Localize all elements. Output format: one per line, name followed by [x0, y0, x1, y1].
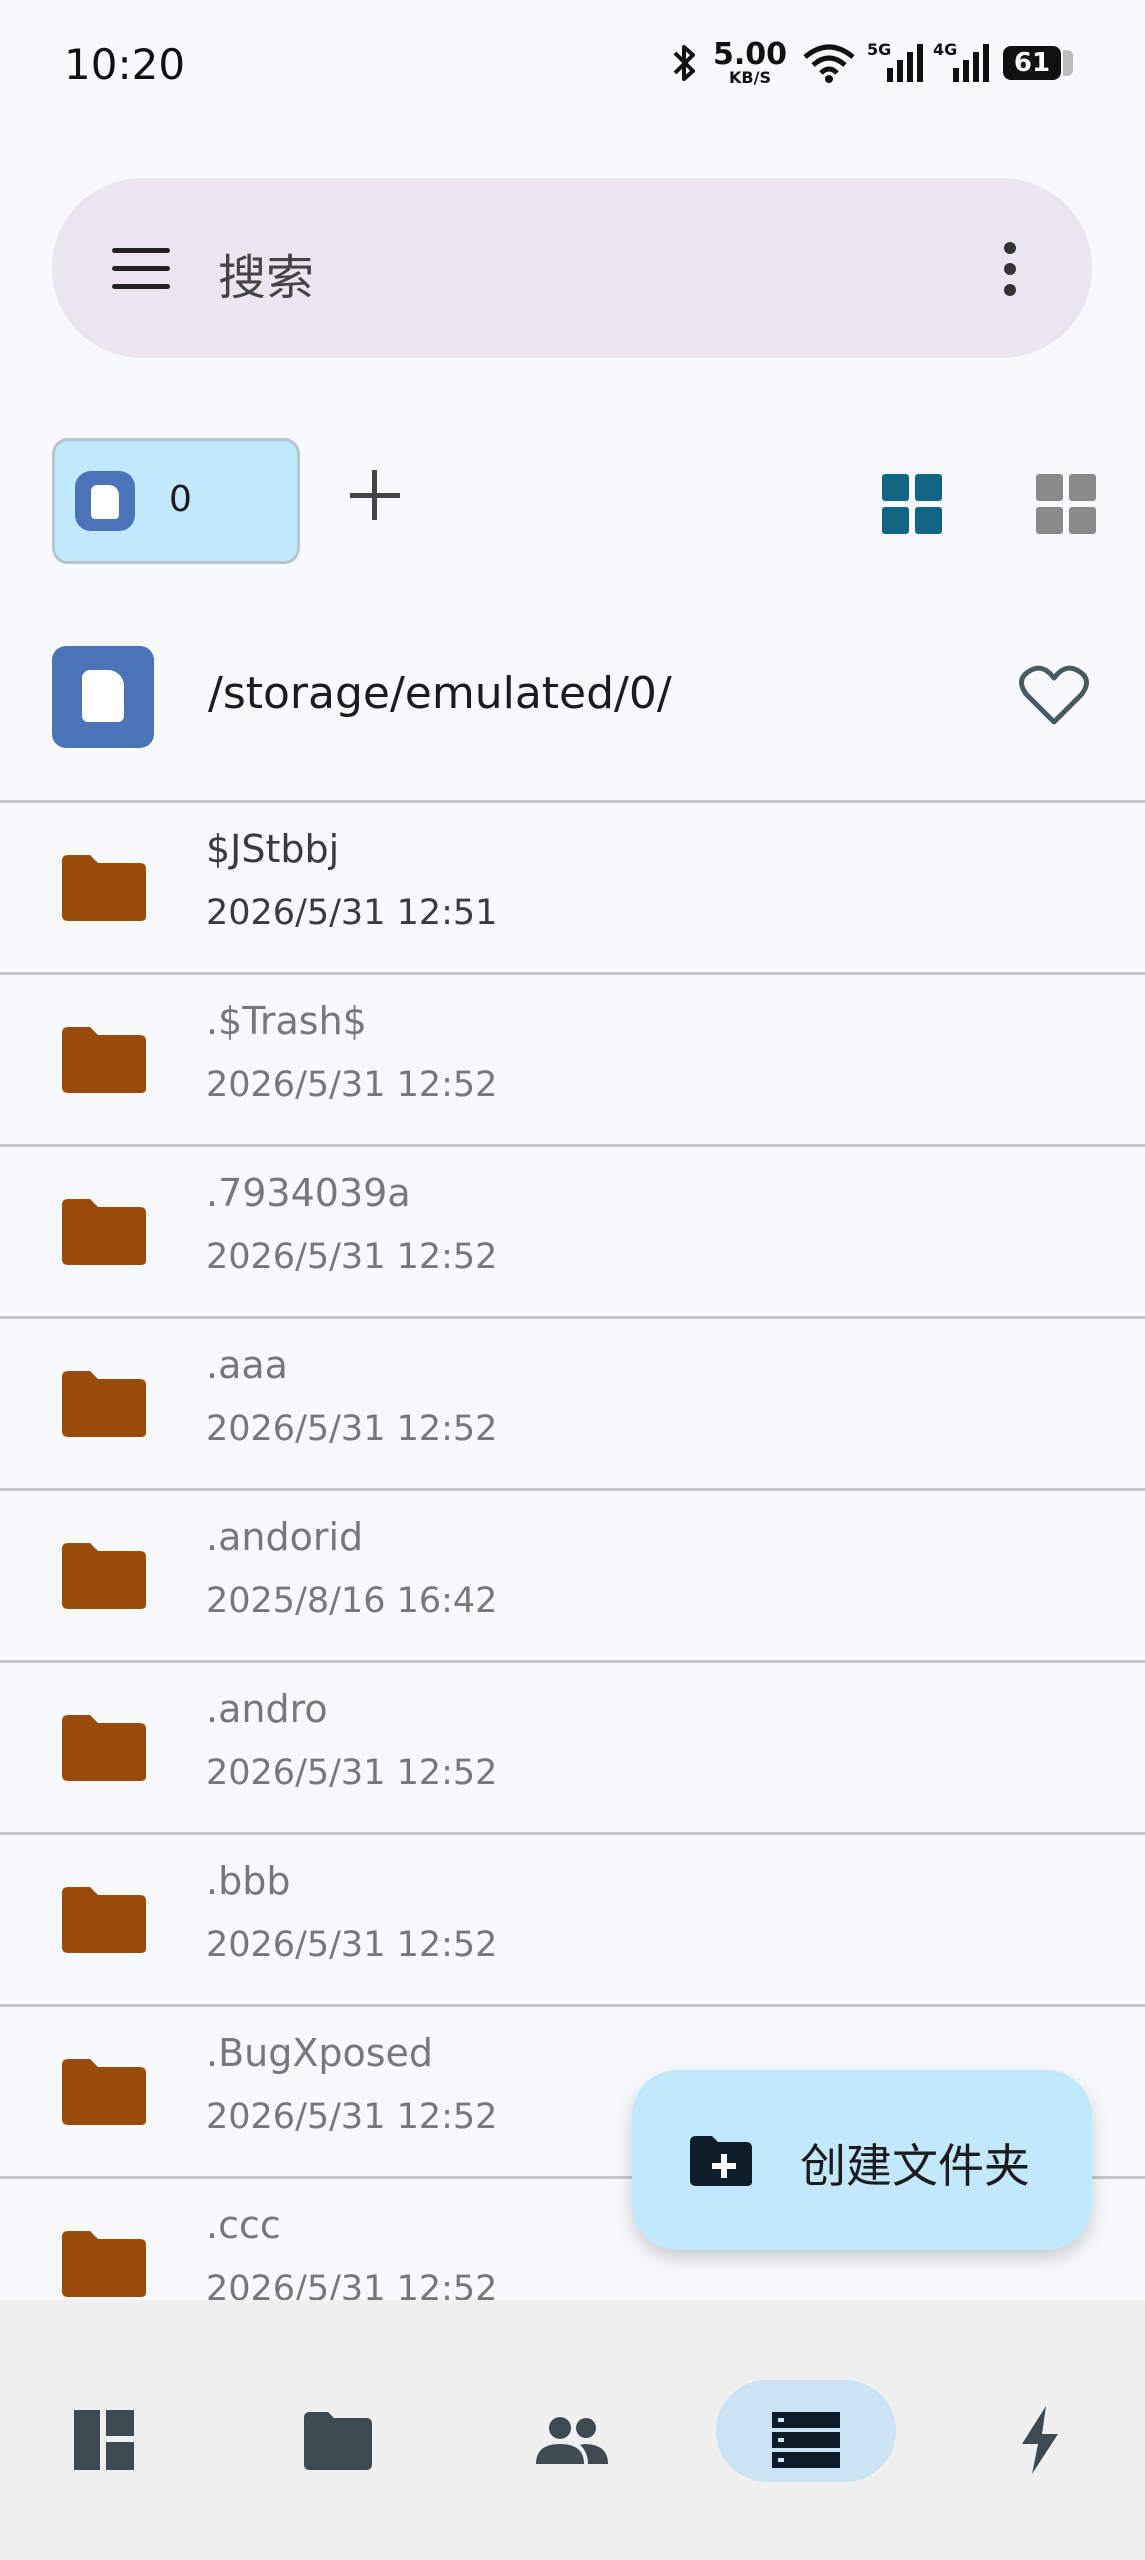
file-name: .bbb — [206, 1859, 291, 1903]
create-folder-icon — [690, 2136, 752, 2186]
search-input[interactable]: 搜索 — [218, 238, 314, 308]
storage-chip-count: 0 — [169, 479, 192, 520]
sim1-tag: 5G — [867, 40, 892, 59]
sd-card-icon — [52, 646, 154, 748]
grid-view-icon[interactable] — [882, 474, 942, 534]
sd-card-icon — [75, 471, 135, 531]
list-item[interactable]: .andorid 2025/8/16 16:42 — [0, 1488, 1145, 1663]
folder-icon — [62, 855, 146, 921]
current-path[interactable]: /storage/emulated/0/ — [208, 668, 672, 719]
signal-5g-icon: 5G — [867, 40, 923, 82]
grid-view-alt-icon[interactable] — [1036, 474, 1096, 534]
status-bar: 10:20 5.00 KB/S 5G 4G 61 — [0, 0, 1145, 140]
create-folder-label: 创建文件夹 — [800, 2139, 1030, 2193]
storage-chip[interactable]: 0 — [52, 438, 300, 564]
search-bar[interactable]: 搜索 — [52, 178, 1092, 358]
bolt-icon[interactable] — [1000, 2400, 1080, 2480]
sim2-tag: 4G — [933, 40, 958, 59]
folder-icon — [62, 2231, 146, 2297]
folder-icon — [62, 1543, 146, 1609]
create-folder-button[interactable]: 创建文件夹 — [632, 2070, 1092, 2250]
file-name: .$Trash$ — [206, 999, 367, 1043]
bottom-nav — [0, 2300, 1145, 2560]
file-name: .andorid — [206, 1515, 364, 1559]
folder-icon — [62, 1027, 146, 1093]
favorite-icon[interactable] — [1018, 664, 1090, 728]
list-item[interactable]: .andro 2026/5/31 12:52 — [0, 1660, 1145, 1835]
list-item[interactable]: .$Trash$ 2026/5/31 12:52 — [0, 972, 1145, 1147]
bluetooth-icon — [673, 45, 695, 81]
file-name: .andro — [206, 1687, 328, 1731]
people-icon[interactable] — [532, 2400, 612, 2480]
file-date: 2025/8/16 16:42 — [206, 1581, 498, 1621]
file-date: 2026/5/31 12:51 — [206, 893, 498, 933]
file-name: .aaa — [206, 1343, 288, 1387]
file-date: 2026/5/31 12:52 — [206, 1065, 498, 1105]
file-name: .BugXposed — [206, 2031, 434, 2075]
file-date: 2026/5/31 12:52 — [206, 1753, 498, 1793]
file-date: 2026/5/31 12:52 — [206, 2269, 498, 2300]
folder-icon[interactable] — [298, 2400, 378, 2480]
battery-icon: 61 — [1003, 46, 1073, 80]
battery-level: 61 — [1003, 46, 1061, 80]
add-icon[interactable] — [350, 466, 410, 526]
file-date: 2026/5/31 12:52 — [206, 2097, 498, 2137]
folder-icon — [62, 1715, 146, 1781]
file-date: 2026/5/31 12:52 — [206, 1237, 498, 1277]
file-name: .7934039a — [206, 1171, 411, 1215]
list-item[interactable]: $JStbbj 2026/5/31 12:51 — [0, 800, 1145, 975]
folder-icon — [62, 1887, 146, 1953]
folder-icon — [62, 1371, 146, 1437]
dashboard-icon[interactable] — [64, 2400, 144, 2480]
file-name: $JStbbj — [206, 827, 340, 871]
menu-icon[interactable] — [112, 248, 170, 290]
list-item[interactable]: .bbb 2026/5/31 12:52 — [0, 1832, 1145, 2007]
file-date: 2026/5/31 12:52 — [206, 1409, 498, 1449]
storage-list-icon[interactable] — [766, 2400, 846, 2480]
file-date: 2026/5/31 12:52 — [206, 1925, 498, 1965]
wifi-icon — [803, 44, 855, 83]
list-item[interactable]: .aaa 2026/5/31 12:52 — [0, 1316, 1145, 1491]
signal-4g-icon: 4G — [933, 40, 989, 82]
folder-icon — [62, 1199, 146, 1265]
folder-icon — [62, 2059, 146, 2125]
net-speed-value: 5.00 — [712, 37, 787, 72]
clock: 10:20 — [64, 40, 186, 89]
list-item[interactable]: .7934039a 2026/5/31 12:52 — [0, 1144, 1145, 1319]
net-speed: 5.00 KB/S — [713, 40, 787, 86]
file-name: .ccc — [206, 2203, 281, 2247]
status-icons: 5.00 KB/S 5G 4G 61 — [669, 40, 1073, 86]
net-speed-unit: KB/S — [729, 68, 771, 87]
more-vert-icon[interactable] — [1004, 242, 1018, 305]
